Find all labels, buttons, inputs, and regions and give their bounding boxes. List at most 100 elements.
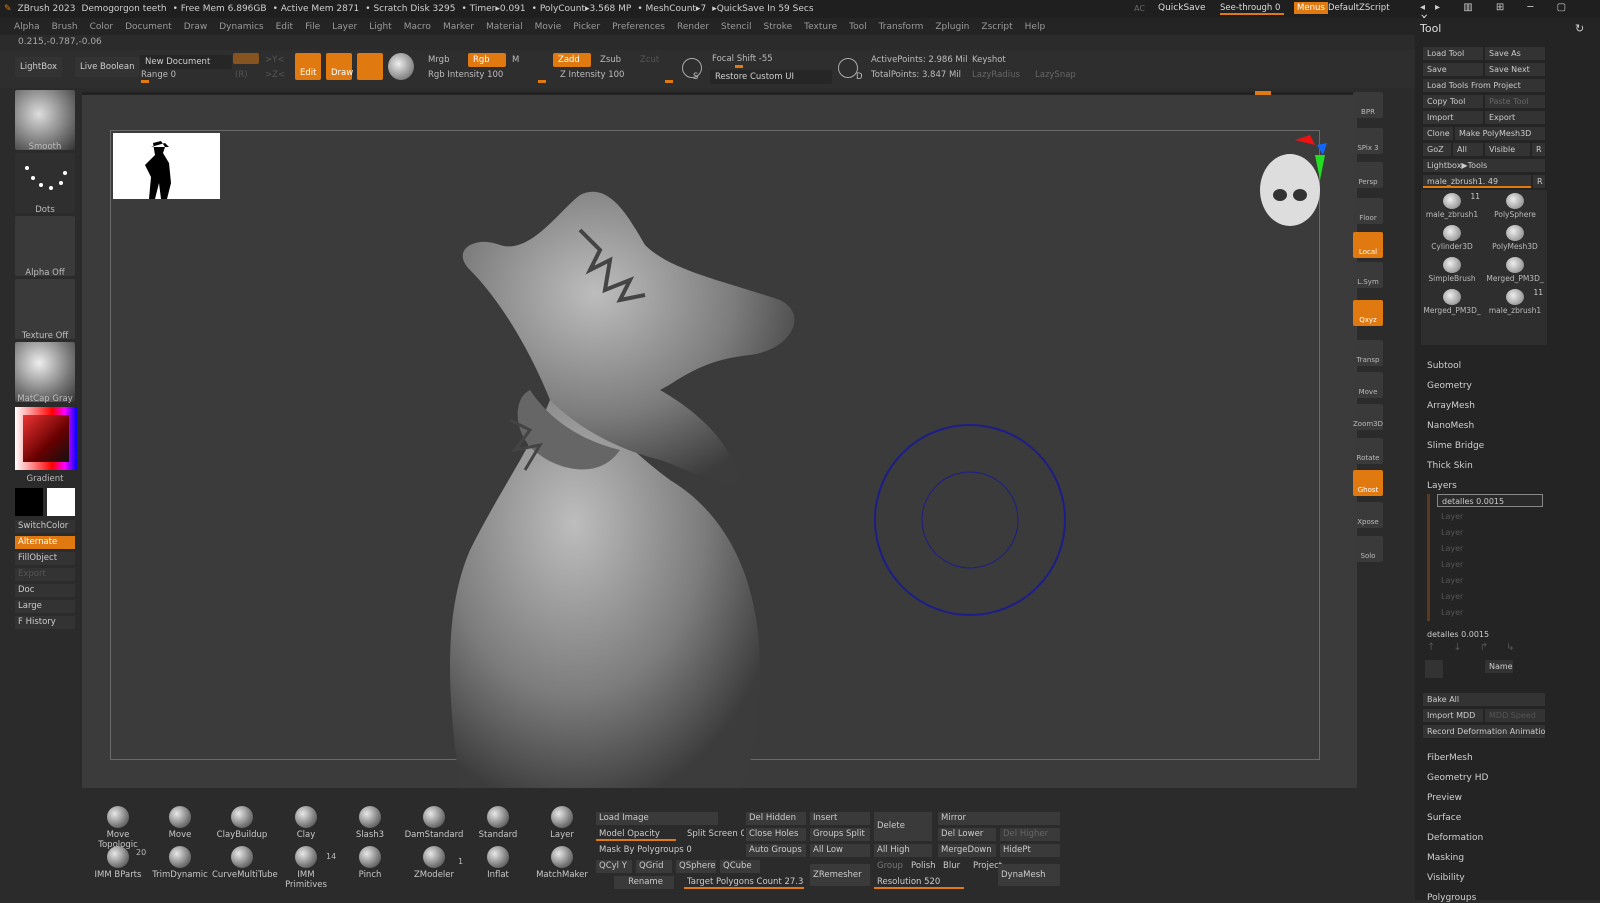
- section-layers[interactable]: Layers: [1427, 481, 1457, 491]
- export-tool-button[interactable]: Export: [1485, 111, 1545, 124]
- rgb-button[interactable]: Rgb: [468, 53, 506, 67]
- record-deformation-button[interactable]: Record Deformation Animation: [1423, 725, 1545, 738]
- model-opacity-slider[interactable]: Model Opacity: [596, 828, 676, 841]
- brush-zmodeler[interactable]: ZModeler: [404, 846, 464, 880]
- menus-button[interactable]: Menus: [1294, 2, 1328, 14]
- f-history-button[interactable]: F History: [15, 616, 75, 629]
- menu-macro[interactable]: Macro: [404, 22, 431, 32]
- brush-inflat[interactable]: Inflat: [468, 846, 528, 880]
- brush-damstandard[interactable]: DamStandard: [404, 806, 464, 840]
- tool-thumb[interactable]: male_zbrush1 11: [1421, 190, 1483, 221]
- layer-strength-slider[interactable]: detalles 0.0015: [1423, 628, 1545, 641]
- large-button[interactable]: Large: [15, 600, 75, 613]
- tool-thumb[interactable]: PolyMesh3D: [1484, 222, 1546, 253]
- z-intensity-slider[interactable]: Z Intensity 100: [560, 70, 624, 80]
- range-slider-knob[interactable]: [141, 80, 149, 83]
- rightshelf-transp[interactable]: Transp: [1353, 340, 1383, 366]
- menu-color[interactable]: Color: [90, 22, 114, 32]
- restore-custom-ui-button[interactable]: Restore Custom UI: [710, 70, 832, 84]
- rightshelf-qxyz[interactable]: Qxyz: [1353, 300, 1383, 326]
- layer-row[interactable]: Layer: [1437, 542, 1543, 555]
- menu-document[interactable]: Document: [125, 22, 172, 32]
- insert-button[interactable]: Insert: [810, 812, 870, 825]
- hidept-button[interactable]: HidePt: [1000, 844, 1060, 857]
- qcube-button[interactable]: QCube: [720, 860, 760, 873]
- layer-arrows-icon[interactable]: ↑↓↱↳: [1427, 642, 1547, 653]
- export-button[interactable]: Export: [15, 568, 75, 581]
- dynamesh-button[interactable]: DynaMesh: [998, 864, 1060, 886]
- section-geometry-hd[interactable]: Geometry HD: [1427, 773, 1488, 783]
- quicksave-button[interactable]: QuickSave: [1158, 3, 1206, 13]
- menu-material[interactable]: Material: [486, 22, 523, 32]
- layers-scrollbar[interactable]: [1427, 494, 1430, 621]
- del-hidden-button[interactable]: Del Hidden: [746, 812, 806, 825]
- menu-help[interactable]: Help: [1025, 22, 1046, 32]
- material-sphere-icon[interactable]: [388, 53, 414, 80]
- see-through-slider[interactable]: See-through 0: [1220, 3, 1284, 15]
- zremesher-button[interactable]: ZRemesher: [810, 864, 870, 886]
- goz-visible-button[interactable]: Visible: [1485, 143, 1530, 156]
- draw-size-icon[interactable]: [838, 58, 858, 78]
- zcut-button[interactable]: Zcut: [640, 55, 659, 65]
- menu-edit[interactable]: Edit: [276, 22, 293, 32]
- rgb-intensity-knob[interactable]: [538, 80, 546, 83]
- rightshelf-move[interactable]: Move: [1353, 372, 1383, 398]
- rightshelf-floor[interactable]: Floor: [1353, 198, 1383, 224]
- mirror-button[interactable]: Mirror: [938, 812, 1060, 825]
- rename-button[interactable]: Rename: [614, 876, 674, 889]
- tool-thumb[interactable]: Cylinder3D: [1421, 222, 1483, 253]
- load-tools-from-project-button[interactable]: Load Tools From Project: [1423, 79, 1545, 92]
- section-geometry[interactable]: Geometry: [1427, 381, 1472, 391]
- alternate-button[interactable]: Alternate: [15, 536, 75, 549]
- brush-matchmaker[interactable]: MatchMaker: [532, 846, 592, 880]
- rightshelf-rotate[interactable]: Rotate: [1353, 438, 1383, 464]
- brush-clay[interactable]: Clay: [276, 806, 336, 840]
- close-holes-button[interactable]: Close Holes: [746, 828, 806, 841]
- refresh-icon[interactable]: ↻: [1575, 22, 1584, 35]
- menu-layer[interactable]: Layer: [332, 22, 357, 32]
- layer-row[interactable]: Layer: [1437, 558, 1543, 571]
- section-nanomesh[interactable]: NanoMesh: [1427, 421, 1474, 431]
- z-intensity-knob[interactable]: [665, 80, 673, 83]
- auto-groups-button[interactable]: Auto Groups: [746, 844, 806, 857]
- menu-zplugin[interactable]: Zplugin: [935, 22, 969, 32]
- doc-button[interactable]: Doc: [15, 584, 75, 597]
- all-high-button[interactable]: All High: [874, 844, 932, 857]
- resolution-slider[interactable]: Resolution 520: [874, 876, 964, 889]
- layer-row[interactable]: Layer: [1437, 606, 1543, 619]
- load-image-button[interactable]: Load Image: [596, 812, 718, 825]
- layer-record-icon[interactable]: [1425, 660, 1443, 678]
- layer-row[interactable]: Layer: [1437, 526, 1543, 539]
- menu-stroke[interactable]: Stroke: [763, 22, 792, 32]
- secondary-color-swatch[interactable]: [47, 488, 75, 516]
- layer-detalles-active[interactable]: detalles 0.0015: [1437, 494, 1543, 507]
- brush-claybuildup[interactable]: ClayBuildup: [212, 806, 272, 840]
- menu-tool[interactable]: Tool: [849, 22, 866, 32]
- brush-smooth-icon[interactable]: [15, 90, 75, 150]
- brush-pinch[interactable]: Pinch: [340, 846, 400, 880]
- menu-transform[interactable]: Transform: [879, 22, 924, 32]
- clone-button[interactable]: Clone: [1423, 127, 1453, 140]
- menu-brush[interactable]: Brush: [52, 22, 78, 32]
- import-mdd-button[interactable]: Import MDD: [1423, 709, 1483, 722]
- brush-slash3[interactable]: Slash3: [340, 806, 400, 840]
- mask-by-polygroups-slider[interactable]: Mask By Polygroups 0: [596, 844, 718, 857]
- rightshelf-xpose[interactable]: Xpose: [1353, 502, 1383, 528]
- edit-button[interactable]: Edit: [295, 53, 321, 80]
- fillobject-button[interactable]: FillObject: [15, 552, 75, 565]
- menu-dynamics[interactable]: Dynamics: [219, 22, 263, 32]
- section-arraymesh[interactable]: ArrayMesh: [1427, 401, 1475, 411]
- goz-r-button[interactable]: R: [1532, 143, 1545, 156]
- group-button[interactable]: Group: [874, 860, 908, 873]
- save-button[interactable]: Save: [1423, 63, 1483, 76]
- tool-thumb[interactable]: male_zbrush1 11: [1484, 286, 1546, 317]
- rightshelf-spix-3[interactable]: SPix 3: [1353, 128, 1383, 154]
- bake-all-button[interactable]: Bake All: [1423, 693, 1545, 706]
- color-picker[interactable]: [15, 407, 77, 470]
- range-slider[interactable]: Range 0: [141, 70, 176, 80]
- ghost-toggle-icon[interactable]: [233, 53, 259, 64]
- tool-thumb[interactable]: Merged_PM3D_: [1484, 254, 1546, 285]
- layer-name-button[interactable]: Name: [1485, 660, 1513, 673]
- brush-trimdynamic[interactable]: TrimDynamic: [150, 846, 210, 880]
- qgrid-button[interactable]: QGrid: [636, 860, 672, 873]
